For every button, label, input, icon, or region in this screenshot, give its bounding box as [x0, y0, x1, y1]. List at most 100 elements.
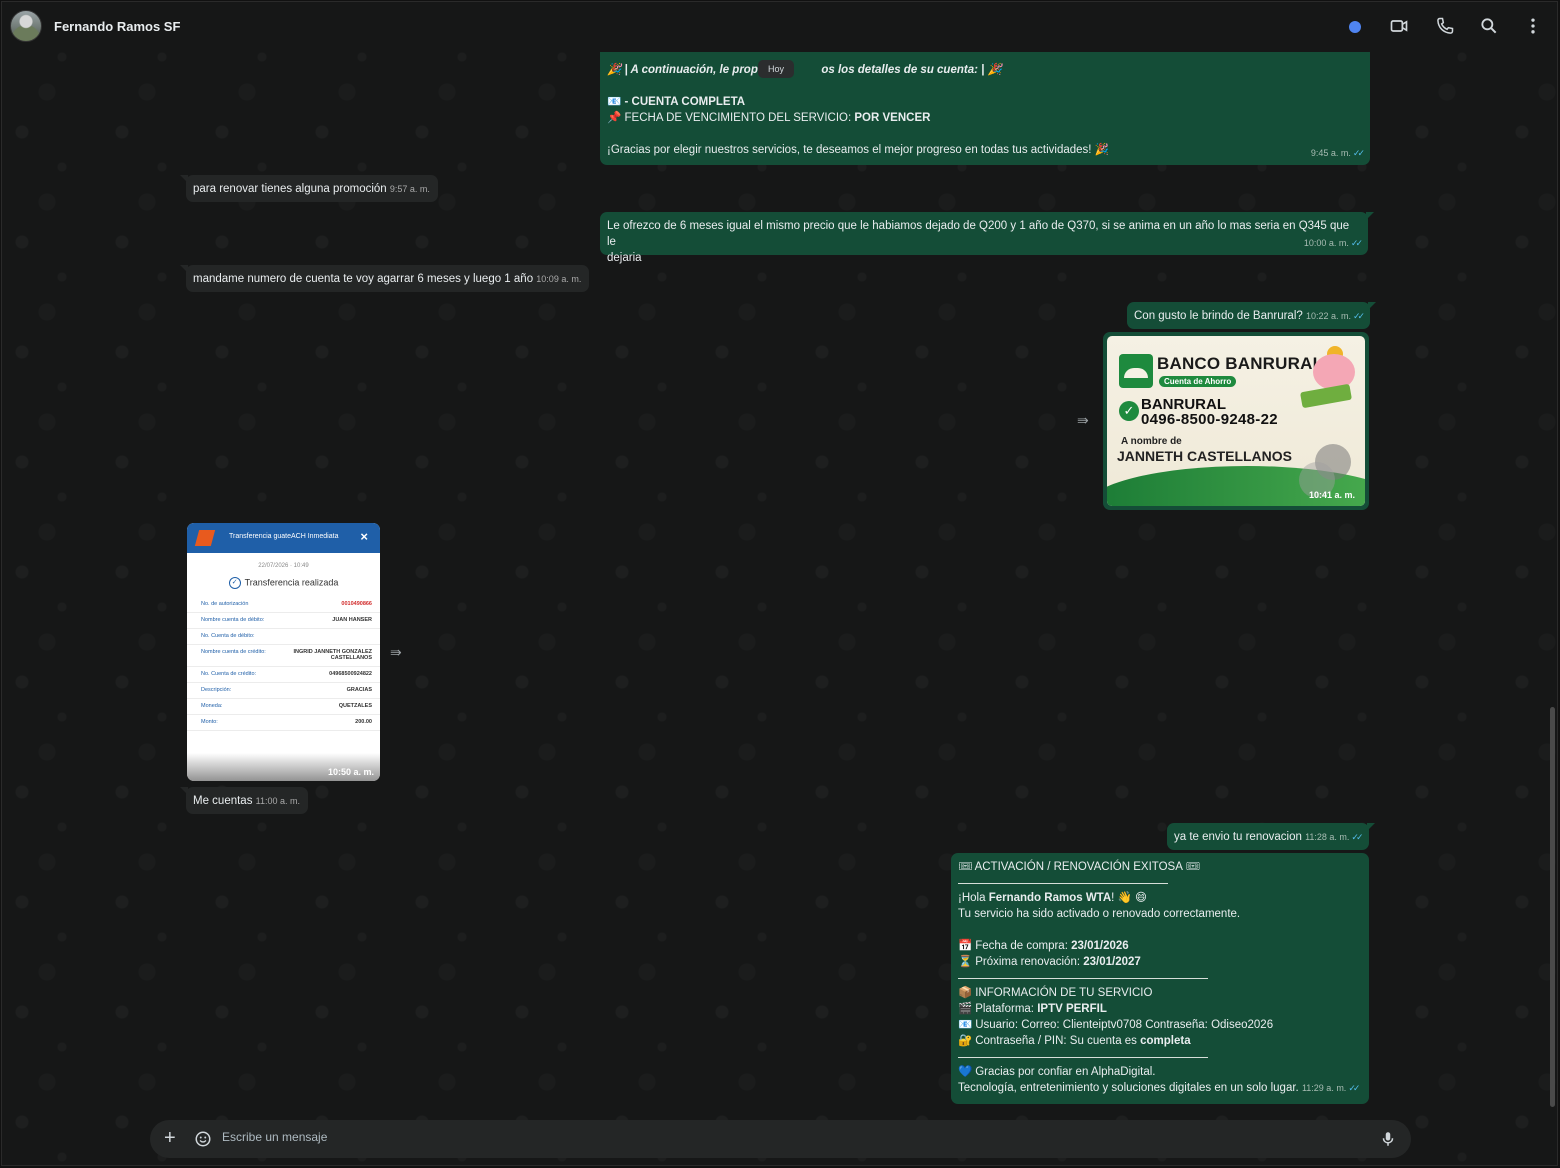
message-time: 9:57 a. m.: [389, 184, 430, 194]
receipt-row: Descripción: GRACIAS: [187, 683, 380, 699]
message-text: Me cuentas: [193, 795, 253, 807]
message-time: 10:09 a. m.: [536, 274, 582, 284]
receipt-row: Nombre cuenta de crédito: INGRID JANNETH …: [187, 645, 380, 667]
package-icon: 📦: [958, 987, 973, 999]
message-text: Fernando Ramos WTA: [988, 892, 1112, 904]
receipt-row: Nombre cuenta de débito: JUAN HANSER: [187, 613, 380, 629]
message-meta: 11:29 a. m. ✓✓: [1301, 1083, 1360, 1093]
read-ticks-icon: ✓✓: [1353, 311, 1365, 321]
blue-heart-icon: 💙: [958, 1066, 973, 1078]
bank-logo-icon: [194, 530, 216, 546]
section-title: INFORMACIÓN DE TU SERVICIO: [975, 987, 1153, 999]
message-text: - CUENTA COMPLETA: [624, 96, 746, 108]
email-icon: 📧: [607, 96, 622, 108]
check-icon: ✓: [1119, 401, 1139, 421]
bank-account-number: 0496-8500-9248-22: [1141, 411, 1278, 428]
message-text: ! 👋 😄: [1111, 892, 1148, 904]
microphone-icon[interactable]: [1379, 1129, 1397, 1149]
contact-avatar[interactable]: [10, 10, 42, 42]
message-text: os los detalles de su cuenta: | 🎉: [821, 64, 1002, 76]
message-text: mandame numero de cuenta te voy agarrar …: [193, 273, 534, 285]
message-text: Con gusto le brindo de Banrural?: [1134, 310, 1303, 322]
message-meta: 10:00 a. m. ✓✓: [1303, 238, 1363, 248]
message-text: ¡Gracias por elegir nuestros servicios, …: [607, 144, 1110, 156]
bank-account-image: BANCO BANRURAL Cuenta de Ahorro ✓ BANRUR…: [1107, 336, 1365, 506]
message-incoming[interactable]: para renovar tienes alguna promoción 9:5…: [180, 175, 438, 202]
read-ticks-icon: ✓✓: [1350, 238, 1363, 248]
clapper-icon: 🎬: [958, 1003, 973, 1015]
message-text: Le ofrezco de 6 meses igual el mismo pre…: [607, 220, 1350, 248]
message-meta: 11:28 a. m. ✓✓: [1305, 832, 1363, 842]
divider: [958, 978, 1208, 979]
receipt-row: No. Cuenta de débito:: [187, 629, 380, 645]
money-icon: [1299, 383, 1353, 409]
read-ticks-icon: ✓✓: [1348, 1083, 1360, 1093]
close-icon: ×: [360, 529, 368, 544]
emoji-sticker-icon[interactable]: [194, 1130, 212, 1148]
scrollbar[interactable]: [1550, 707, 1555, 1107]
email-icon: 📧: [958, 1019, 973, 1031]
message-text: dejaria: [607, 252, 642, 264]
more-options-icon[interactable]: [1523, 16, 1543, 36]
lock-icon: 🔐: [958, 1035, 973, 1047]
attach-plus-icon[interactable]: +: [164, 1127, 176, 1150]
receipt-status: ✓ Transferencia realizada: [187, 577, 380, 589]
chat-window: Fernando Ramos SF 🎉 | A continuación, le…: [1, 1, 1558, 1166]
receipt-row: Moneda: QUETZALES: [187, 699, 380, 715]
receipt-date: 22/07/2026 · 10:49: [258, 563, 309, 569]
contact-name[interactable]: Fernando Ramos SF: [54, 19, 180, 34]
search-icon[interactable]: [1479, 16, 1499, 36]
message-outgoing[interactable]: 🎟 ACTIVACIÓN / RENOVACIÓN EXITOSA 🎟 ¡Hol…: [951, 853, 1369, 1104]
message-incoming[interactable]: mandame numero de cuenta te voy agarrar …: [179, 265, 590, 292]
calendar-icon: 📅: [958, 940, 973, 952]
receipt-rows: No. de autorización 0010490866 Nombre cue…: [187, 597, 380, 731]
message-meta: 9:45 a. m. ✓✓: [1310, 148, 1365, 158]
message-text: 🎉 | A continuación, le propor: [607, 64, 770, 76]
message-text: POR VENCER: [854, 112, 931, 124]
image-message[interactable]: BANCO BANRURAL Cuenta de Ahorro ✓ BANRUR…: [1103, 332, 1369, 510]
chat-header: Fernando Ramos SF: [2, 2, 1557, 52]
message-incoming[interactable]: Me cuentas 11:00 a. m.: [179, 787, 309, 814]
ticket-icon: 🎟: [958, 861, 973, 873]
banrural-logo: [1119, 354, 1153, 388]
ticket-icon: 🎟: [1185, 861, 1201, 873]
message-text: ya te envio tu renovacion: [1174, 831, 1302, 843]
receipt-row: Monto: 200.00: [187, 715, 380, 731]
read-ticks-icon: ✓✓: [1352, 148, 1365, 158]
bank-subtitle: Cuenta de Ahorro: [1159, 376, 1237, 387]
message-outgoing[interactable]: Con gusto le brindo de Banrural? 10:22 a…: [1127, 302, 1377, 329]
forward-icon[interactable]: ⇛: [390, 644, 402, 661]
message-text: Tecnología, entretenimiento y soluciones…: [958, 1082, 1299, 1094]
message-input[interactable]: [222, 1130, 1322, 1144]
forward-icon[interactable]: ⇛: [1077, 412, 1089, 429]
status-dot-icon[interactable]: [1349, 21, 1361, 33]
message-text: para renovar tienes alguna promoción: [193, 183, 387, 195]
message-outgoing[interactable]: 🎉 | A continuación, le propor os los deta…: [600, 52, 1370, 165]
receipt-title: Transferencia guateACH Inmediata: [229, 533, 339, 540]
read-ticks-icon: ✓✓: [1351, 832, 1363, 842]
holder-name: JANNETH CASTELLANOS: [1117, 448, 1293, 464]
message-title: ACTIVACIÓN / RENOVACIÓN EXITOSA: [974, 861, 1183, 873]
hourglass-icon: ⏳: [958, 956, 973, 968]
message-time: 11:00 a. m.: [255, 796, 301, 806]
message-composer: +: [150, 1120, 1411, 1158]
message-meta: 10:22 a. m. ✓✓: [1305, 311, 1365, 321]
bank-title: BANCO BANRURAL: [1157, 354, 1324, 373]
phone-icon[interactable]: [1435, 16, 1455, 36]
message-outgoing[interactable]: ya te envio tu renovacion 11:28 a. m. ✓✓: [1167, 823, 1375, 850]
video-call-icon[interactable]: [1389, 16, 1409, 36]
pin-icon: 📌: [607, 112, 622, 124]
receipt-row: No. Cuenta de crédito: 04968500924822: [187, 667, 380, 683]
message-time: 10:41 a. m.: [1308, 490, 1355, 500]
divider: [958, 1057, 1208, 1058]
date-chip: Hoy: [758, 60, 794, 78]
divider: [958, 883, 1168, 884]
check-circle-icon: ✓: [228, 577, 241, 589]
image-message[interactable]: Transferencia guateACH Inmediata × 22/07…: [187, 523, 380, 781]
message-text: FECHA DE VENCIMIENTO DEL SERVICIO:: [624, 112, 855, 124]
message-time: 10:50 a. m.: [327, 767, 374, 777]
receipt-header: Transferencia guateACH Inmediata ×: [187, 523, 380, 553]
message-text: Tu servicio ha sido activado o renovado …: [958, 908, 1241, 920]
message-outgoing[interactable]: Le ofrezco de 6 meses igual el mismo pre…: [600, 212, 1374, 264]
receipt-row: No. de autorización 0010490866: [187, 597, 380, 613]
